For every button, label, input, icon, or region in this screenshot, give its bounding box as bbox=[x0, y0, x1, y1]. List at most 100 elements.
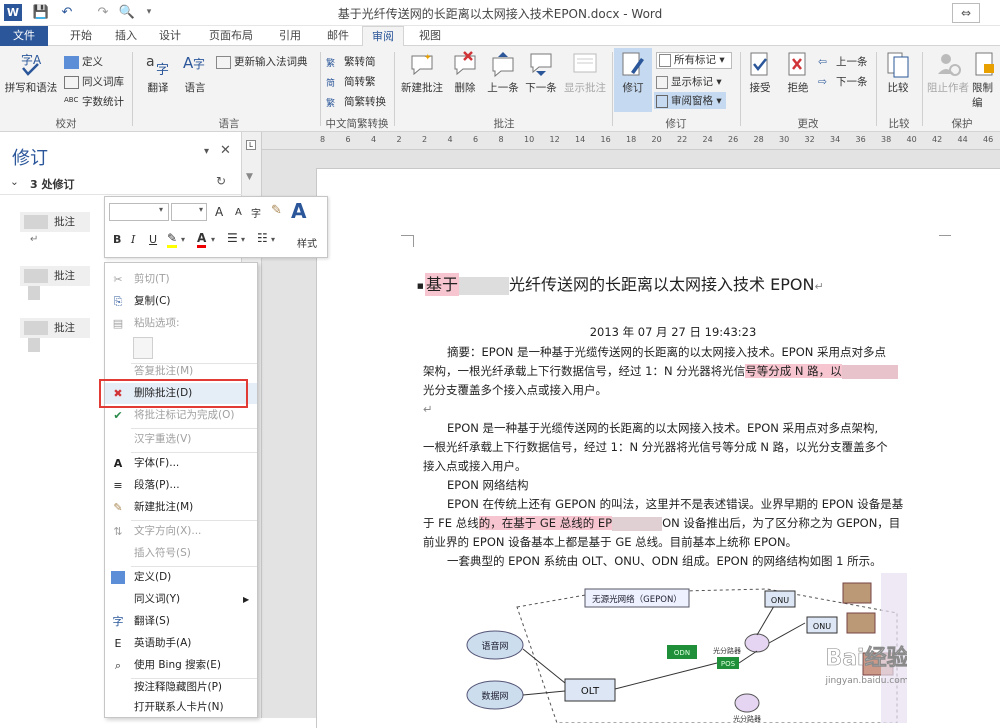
horizontal-ruler: 8 6 4 2 2 4 6 8 10 12 14 16 18 20 22 24 26 28 30 32 34 36 38 40… bbox=[262, 132, 1000, 150]
show-markup-button[interactable]: 显示标记 ▾ bbox=[656, 74, 722, 89]
menu-label: 汉字重选(V) bbox=[134, 433, 192, 445]
tab-insert[interactable]: 插入 bbox=[106, 26, 146, 46]
menu-item-font[interactable]: A 字体(F)... bbox=[105, 453, 257, 474]
comment-balloon[interactable]: 批注 bbox=[20, 318, 90, 338]
language-button[interactable]: A字 语言 bbox=[178, 50, 212, 95]
tab-file[interactable]: 文件 bbox=[0, 26, 48, 46]
chevron-down-icon[interactable]: ⌄ bbox=[10, 176, 19, 188]
update-ime-button[interactable]: 更新输入法词典 bbox=[216, 54, 308, 69]
menu-item-copy[interactable]: ⎘ 复制(C) bbox=[105, 291, 257, 312]
review-pane-button[interactable]: 审阅窗格 ▾ bbox=[654, 92, 726, 109]
prev-comment-label: 上一条 bbox=[487, 82, 519, 94]
format-painter-icon[interactable]: ✎ bbox=[271, 203, 282, 218]
phonetic-guide-icon[interactable]: 字 bbox=[251, 205, 261, 220]
styles-icon[interactable]: A bbox=[291, 199, 306, 223]
chevron-down-icon[interactable]: ▾ bbox=[271, 235, 275, 244]
tab-review[interactable]: 审阅 bbox=[362, 26, 404, 47]
menu-item-paragraph[interactable]: ≡ 段落(P)... bbox=[105, 475, 257, 496]
underline-button[interactable]: U bbox=[149, 233, 157, 246]
define-button[interactable]: 定义 bbox=[64, 54, 103, 69]
chevron-down-icon[interactable]: ▾ bbox=[199, 205, 203, 214]
tab-home[interactable]: 开始 bbox=[60, 26, 102, 46]
pane-options-icon[interactable]: ▾ bbox=[204, 146, 209, 157]
translate-button[interactable]: a字 翻译 bbox=[138, 50, 178, 95]
menu-item-contact-card[interactable]: 打开联系人卡片(N) bbox=[105, 697, 257, 718]
reject-button[interactable]: 拒绝 bbox=[780, 50, 816, 95]
numbering-icon[interactable]: ☷ bbox=[257, 231, 268, 245]
menu-item-new-comment[interactable]: ✎ 新建批注(M) bbox=[105, 497, 257, 518]
tab-layout[interactable]: 页面布局 bbox=[198, 26, 264, 46]
spelling-label: 拼写和语法 bbox=[4, 82, 58, 94]
document-page[interactable]: ■ 基于 光纤传送网的长距离以太网接入技术 EPON ↵ 2013 年 07 月 2… bbox=[316, 168, 1000, 728]
new-comment-button[interactable]: ✦ 新建批注 bbox=[398, 50, 446, 95]
bullet: ■ bbox=[417, 282, 424, 290]
t2s-button[interactable]: 繁繁转简 bbox=[326, 54, 376, 69]
tab-mailings[interactable]: 邮件 bbox=[318, 26, 358, 46]
thesaurus-button[interactable]: 同义词库 bbox=[64, 74, 124, 89]
chevron-down-icon[interactable]: ▾ bbox=[211, 235, 215, 244]
accept-button[interactable]: 接受 bbox=[742, 50, 778, 95]
group-separator bbox=[876, 52, 877, 126]
track-changes-button[interactable]: 修订 bbox=[614, 48, 652, 112]
grow-font-icon[interactable]: A bbox=[215, 205, 223, 219]
restrict-editing-button[interactable]: 限制编 bbox=[972, 50, 1000, 110]
menu-item-synonyms[interactable]: 同义词(Y) ▶ bbox=[105, 589, 257, 610]
comment-balloon[interactable]: 批注 bbox=[20, 266, 90, 286]
bullets-icon[interactable]: ☰ bbox=[227, 231, 238, 245]
menu-item-bing-search[interactable]: ⌕ 使用 Bing 搜索(E) bbox=[105, 655, 257, 676]
language-label: 语言 bbox=[184, 82, 206, 94]
menu-item-cut[interactable]: ✂ 剪切(T) bbox=[105, 269, 257, 290]
menu-item-mark-done[interactable]: ✔ 将批注标记为完成(O) bbox=[105, 405, 257, 426]
menu-item-define[interactable]: 定义(D) bbox=[105, 567, 257, 588]
markup-dropdown[interactable]: 所有标记 ▾ bbox=[656, 52, 732, 69]
paste-option-icon[interactable] bbox=[133, 337, 153, 359]
menu-item-translate[interactable]: 字翻译(S) bbox=[105, 611, 257, 632]
show-comments-button[interactable]: 显示批注 bbox=[560, 50, 610, 95]
menu-item-hide-images[interactable]: 按注释隐藏图片(P) bbox=[105, 677, 257, 698]
body-line: EPON 在传统上还有 GEPON 的叫法，这里并不是表述错误。业界早期的 EP… bbox=[447, 497, 904, 511]
menu-item-text-direction[interactable]: ⇅ 文字方向(X)... bbox=[105, 521, 257, 542]
wordcount-button[interactable]: ABC 字数统计 bbox=[64, 94, 124, 109]
close-icon[interactable]: ✕ bbox=[220, 143, 231, 158]
refresh-icon[interactable]: ↻ bbox=[216, 174, 226, 188]
delete-comment-icon bbox=[454, 51, 476, 76]
delete-comment-button[interactable]: 删除 bbox=[448, 50, 482, 95]
text-direction-icon: ⇅ bbox=[113, 525, 123, 538]
show-markup-icon bbox=[656, 75, 668, 89]
chevron-down-icon[interactable]: ▾ bbox=[159, 205, 163, 214]
menu-item-english-assistant[interactable]: E 英语助手(A) bbox=[105, 633, 257, 654]
ruler-number: 12 bbox=[549, 135, 560, 144]
submenu-arrow-icon: ▶ bbox=[243, 595, 250, 604]
s2t-button[interactable]: 简简转繁 bbox=[326, 74, 376, 89]
menu-label: 复制(C) bbox=[134, 295, 171, 307]
font-color-icon[interactable]: A bbox=[197, 231, 207, 248]
tab-references[interactable]: 引用 bbox=[270, 26, 310, 46]
convert-button[interactable]: 繁简繁转换 bbox=[326, 94, 386, 109]
group-separator bbox=[922, 52, 923, 126]
show-markup-label: 显示标记 bbox=[671, 76, 713, 88]
ruler-number: 2 bbox=[422, 135, 428, 144]
menu-item-reconvert[interactable]: 汉字重选(V) bbox=[105, 429, 257, 450]
tab-design[interactable]: 设计 bbox=[150, 26, 190, 46]
highlight-icon[interactable]: ✎ bbox=[167, 231, 178, 248]
shrink-font-icon[interactable]: A bbox=[235, 207, 242, 218]
bold-button[interactable]: B bbox=[113, 233, 121, 246]
chevron-down-icon[interactable]: ▾ bbox=[241, 235, 245, 244]
prev-comment-button[interactable]: 上一条 bbox=[484, 50, 522, 95]
menu-item-insert-symbol[interactable]: 插入符号(S) bbox=[105, 543, 257, 564]
chevron-down-icon[interactable]: ▾ bbox=[181, 235, 185, 244]
comment-balloon[interactable]: 批注 bbox=[20, 212, 90, 232]
block-authors-button[interactable]: 阻止作者 bbox=[924, 50, 972, 95]
tab-view[interactable]: 视图 bbox=[410, 26, 450, 46]
markup-icon bbox=[659, 53, 671, 67]
spelling-button[interactable]: 字A 拼写和语法 bbox=[2, 50, 60, 95]
compare-button[interactable]: 比较 bbox=[880, 50, 916, 95]
restore-button[interactable]: ⇔ bbox=[952, 3, 980, 23]
menu-item-paste-options: ▤ 粘贴选项: bbox=[105, 313, 257, 334]
next-change-button[interactable]: ⇨ 下一条 bbox=[818, 74, 868, 89]
next-comment-button[interactable]: 下一条 bbox=[522, 50, 560, 95]
prev-change-button[interactable]: ⇦ 上一条 bbox=[818, 54, 868, 69]
tab-selector-icon[interactable]: L bbox=[246, 140, 256, 150]
italic-button[interactable]: I bbox=[131, 233, 135, 246]
ruler-number: 2 bbox=[396, 135, 402, 144]
